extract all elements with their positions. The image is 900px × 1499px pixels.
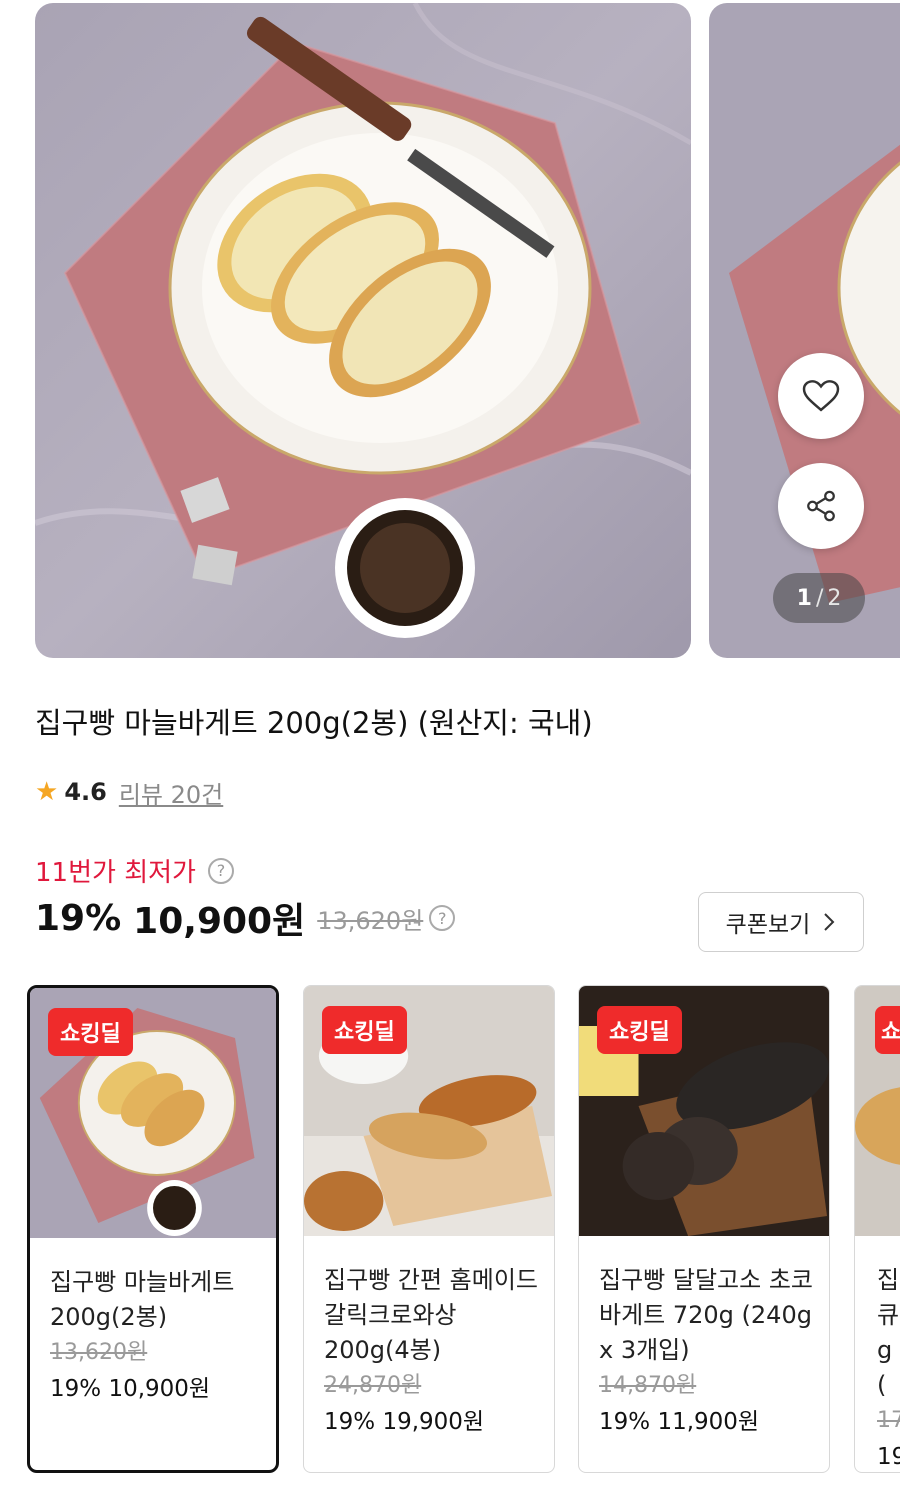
option-thumbnail: 쇼킹딜 <box>304 986 554 1236</box>
share-button[interactable] <box>778 463 864 549</box>
shocking-deal-badge: 쇼킹딜 <box>322 1006 407 1054</box>
heart-icon <box>802 380 840 412</box>
coupon-button-label: 쿠폰보기 <box>725 912 811 938</box>
option-card-choco-baguette[interactable]: 쇼킹딜 집구빵 달달고소 초코바게트 720g (240g x 3개입) 14,… <box>578 985 830 1473</box>
option-name: 집큐g( <box>877 1266 900 1399</box>
product-image[interactable] <box>35 3 691 658</box>
product-title: 집구빵 마늘바게트 200g(2봉) (원산지: 국내) <box>35 706 593 740</box>
option-original-price: 24,870원 <box>324 1373 422 1398</box>
option-original-price: 17 <box>877 1408 900 1433</box>
share-icon <box>807 490 835 522</box>
option-discount: 19% <box>599 1409 651 1435</box>
option-price-line: 19% 10,900원 <box>50 1371 262 1407</box>
image-gallery[interactable]: 1 / 2 <box>0 0 900 662</box>
option-info: 집큐g( 17 19 <box>877 1263 900 1472</box>
like-button[interactable] <box>778 353 864 439</box>
option-info: 집구빵 마늘바게트 200g(2봉) 13,620원 19% 10,900원 <box>50 1265 262 1407</box>
price-help-icon[interactable]: ? <box>429 905 456 931</box>
option-name: 집구빵 달달고소 초코바게트 720g (240g x 3개입) <box>599 1266 813 1364</box>
option-card-partial[interactable]: 쇼 집큐g( 17 19 <box>854 985 900 1473</box>
lowest-price-label: 11번가 최저가 <box>35 858 196 888</box>
pager-current: 1 <box>796 585 812 611</box>
option-info: 집구빵 간편 홈메이드 갈릭크로와상 200g(4봉) 24,870원 19% … <box>324 1263 540 1440</box>
option-thumbnail: 쇼 <box>855 986 900 1236</box>
lowest-price-label-row: 11번가 최저가 ? <box>35 852 234 889</box>
original-price: 13,620원 <box>317 906 424 935</box>
option-info: 집구빵 달달고소 초코바게트 720g (240g x 3개입) 14,870원… <box>599 1263 815 1440</box>
star-icon: ★ <box>35 777 59 807</box>
option-discount: 19% <box>324 1409 376 1435</box>
pager-total: 2 <box>827 585 842 611</box>
pager-separator: / <box>815 585 824 611</box>
price-row: 19% 10,900원 13,620원 ? <box>35 892 456 944</box>
chevron-right-icon <box>824 913 835 931</box>
help-icon[interactable]: ? <box>207 857 234 884</box>
option-thumbnail: 쇼킹딜 <box>30 988 276 1238</box>
option-carousel[interactable]: 쇼킹딜 집구빵 마늘바게트 200g(2봉) 13,620원 19% 10,90… <box>0 985 900 1499</box>
option-original-price: 14,870원 <box>599 1373 697 1398</box>
image-pager: 1 / 2 <box>773 573 865 623</box>
product-image-next[interactable] <box>709 3 900 658</box>
option-original-price: 13,620원 <box>50 1340 148 1365</box>
shocking-deal-badge: 쇼킹딜 <box>48 1008 133 1056</box>
sale-price: 10,900원 <box>133 901 306 942</box>
rating-score: 4.6 <box>64 778 107 806</box>
shocking-deal-badge: 쇼킹딜 <box>597 1006 682 1054</box>
option-card-garlic-croissant[interactable]: 쇼킹딜 집구빵 간편 홈메이드 갈릭크로와상 200g(4봉) 24,870원 … <box>303 985 555 1473</box>
option-discount: 19% <box>50 1376 102 1402</box>
discount-rate: 19% <box>35 897 122 939</box>
review-count-link[interactable]: 리뷰 20건 <box>119 775 223 810</box>
option-price: 11,900원 <box>657 1409 760 1435</box>
rating-row: ★ 4.6 리뷰 20건 <box>35 775 223 809</box>
option-price: 10,900원 <box>108 1376 211 1402</box>
option-discount: 19 <box>877 1444 900 1470</box>
option-name: 집구빵 마늘바게트 200g(2봉) <box>50 1268 235 1331</box>
shocking-deal-badge: 쇼 <box>875 1006 900 1054</box>
option-price-line: 19% 19,900원 <box>324 1404 540 1440</box>
option-price-line: 19% 11,900원 <box>599 1404 815 1440</box>
option-name: 집구빵 간편 홈메이드 갈릭크로와상 200g(4봉) <box>324 1266 538 1364</box>
option-price: 19,900원 <box>382 1409 485 1435</box>
option-card-garlic-baguette[interactable]: 쇼킹딜 집구빵 마늘바게트 200g(2봉) 13,620원 19% 10,90… <box>27 985 279 1473</box>
coupon-button[interactable]: 쿠폰보기 <box>698 892 864 952</box>
option-thumbnail: 쇼킹딜 <box>579 986 829 1236</box>
